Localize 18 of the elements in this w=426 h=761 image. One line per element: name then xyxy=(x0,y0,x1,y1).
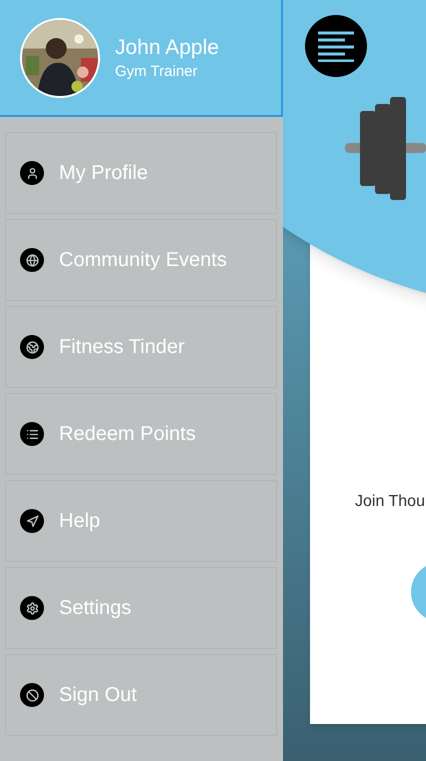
menu-item[interactable]: Sign Out xyxy=(5,654,277,736)
blocked-icon xyxy=(20,683,44,707)
person-icon xyxy=(20,161,44,185)
menu-item[interactable]: Redeem Points xyxy=(5,393,277,475)
user-role: Gym Trainer xyxy=(115,62,199,82)
list-icon xyxy=(20,422,44,446)
menu-item[interactable]: Settings xyxy=(5,567,277,649)
user-name: John Apple xyxy=(115,34,219,60)
menu-item[interactable]: Community Events xyxy=(5,219,277,301)
menu-item[interactable]: Help xyxy=(5,480,277,562)
menu-item[interactable]: Fitness Tinder xyxy=(5,306,277,388)
earth-icon xyxy=(20,335,44,359)
card-subtitle: Join Thou xyxy=(355,492,425,512)
menu-item[interactable]: My Profile xyxy=(5,132,277,214)
menu-icon xyxy=(318,30,354,62)
settings-icon xyxy=(20,596,44,620)
globe-icon xyxy=(20,248,44,272)
barbell-icon xyxy=(345,96,426,201)
